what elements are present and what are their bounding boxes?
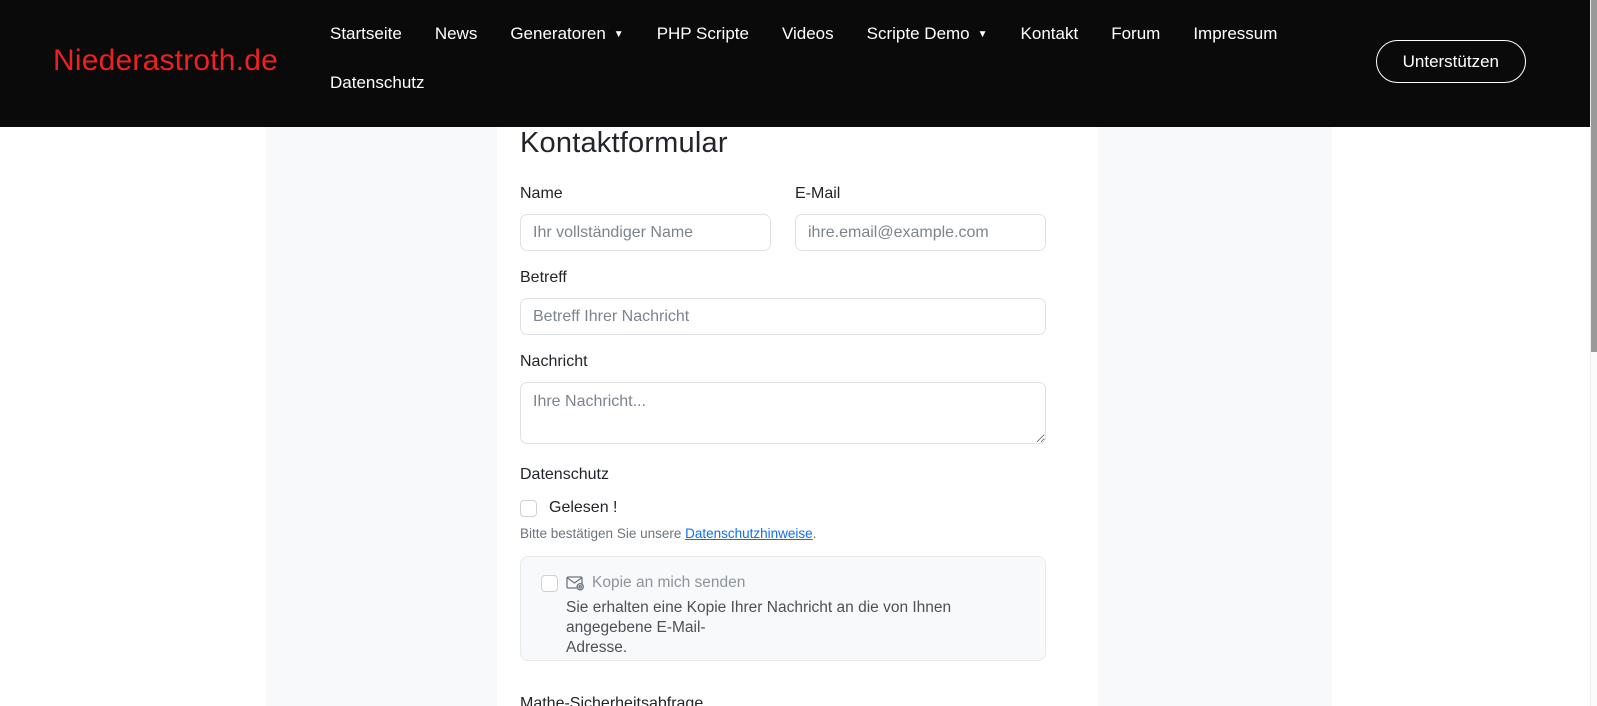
email-label: E-Mail bbox=[795, 182, 1046, 206]
nav-item-impressum[interactable]: Impressum bbox=[1193, 22, 1277, 46]
name-label: Name bbox=[520, 182, 771, 206]
nav-item-startseite[interactable]: Startseite bbox=[330, 22, 402, 46]
clipped-section-label: Mathe-Sicherheitsabfrage bbox=[520, 695, 1046, 706]
copy-description: Sie erhalten eine Kopie Ihrer Nachricht … bbox=[566, 598, 1025, 658]
page-title: Kontaktformular bbox=[520, 127, 1075, 159]
contact-form-panel: Kontaktformular Name E-Mail Betreff Nach… bbox=[497, 127, 1098, 706]
scrollbar-thumb[interactable] bbox=[1591, 0, 1597, 352]
chevron-down-icon: ▼ bbox=[978, 30, 988, 40]
nav-item-php-scripte[interactable]: PHP Scripte bbox=[657, 22, 749, 46]
privacy-group: Datenschutz Gelesen ! Bitte bestätigen S… bbox=[520, 463, 1046, 541]
message-label: Nachricht bbox=[520, 350, 1046, 374]
site-header: Niederastroth.de Startseite News Generat… bbox=[0, 0, 1590, 127]
chevron-down-icon: ▼ bbox=[614, 30, 624, 40]
privacy-label: Datenschutz bbox=[520, 463, 1046, 487]
privacy-check-row: Gelesen ! bbox=[520, 499, 1046, 517]
message-group: Nachricht bbox=[520, 350, 1046, 449]
contact-form: Name E-Mail Betreff Nachricht Datenschut… bbox=[520, 182, 1046, 706]
copy-check-row: Kopie an mich senden bbox=[541, 574, 1025, 592]
nav-row-2: Datenschutz bbox=[330, 71, 1360, 95]
email-group: E-Mail bbox=[795, 182, 1046, 251]
privacy-help-text: Bitte bestätigen Sie unsere Datenschutzh… bbox=[520, 526, 1046, 541]
copy-checkbox[interactable] bbox=[541, 575, 558, 592]
nav-item-forum[interactable]: Forum bbox=[1111, 22, 1160, 46]
support-button[interactable]: Unterstützen bbox=[1376, 40, 1526, 83]
subject-label: Betreff bbox=[520, 266, 1046, 290]
copy-to-self-card: Kopie an mich senden Sie erhalten eine K… bbox=[520, 556, 1046, 661]
copy-checkbox-label[interactable]: Kopie an mich senden bbox=[592, 574, 745, 592]
nav-item-kontakt[interactable]: Kontakt bbox=[1021, 22, 1079, 46]
right-gutter bbox=[1098, 127, 1332, 706]
main-nav: Startseite News Generatoren ▼ PHP Script… bbox=[330, 22, 1360, 95]
name-email-row: Name E-Mail bbox=[520, 182, 1046, 251]
page: Niederastroth.de Startseite News Generat… bbox=[0, 0, 1597, 706]
nav-item-videos[interactable]: Videos bbox=[782, 22, 834, 46]
nav-item-datenschutz[interactable]: Datenschutz bbox=[330, 71, 425, 95]
site-logo[interactable]: Niederastroth.de bbox=[53, 44, 278, 78]
message-textarea[interactable] bbox=[520, 382, 1046, 444]
nav-item-generatoren[interactable]: Generatoren ▼ bbox=[510, 22, 623, 46]
privacy-checkbox-label[interactable]: Gelesen ! bbox=[549, 499, 617, 517]
email-field[interactable] bbox=[795, 214, 1046, 251]
privacy-checkbox[interactable] bbox=[520, 500, 537, 517]
nav-item-news[interactable]: News bbox=[435, 22, 478, 46]
subject-input[interactable] bbox=[520, 298, 1046, 335]
envelope-at-icon bbox=[566, 575, 584, 591]
nav-item-scripte-demo[interactable]: Scripte Demo ▼ bbox=[867, 22, 988, 46]
nav-row-1: Startseite News Generatoren ▼ PHP Script… bbox=[330, 22, 1360, 46]
name-input[interactable] bbox=[520, 214, 771, 251]
scrollbar-track[interactable] bbox=[1590, 0, 1597, 706]
left-gutter bbox=[266, 127, 497, 706]
name-group: Name bbox=[520, 182, 771, 251]
privacy-policy-link[interactable]: Datenschutzhinweise bbox=[685, 526, 813, 541]
subject-group: Betreff bbox=[520, 266, 1046, 335]
